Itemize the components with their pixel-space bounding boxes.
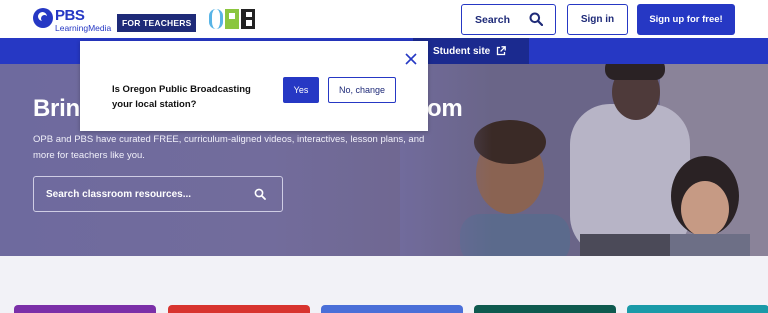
student-site-link[interactable]: Student site xyxy=(413,38,529,64)
external-link-icon xyxy=(497,46,507,56)
search-label: Search xyxy=(475,13,511,26)
category-card[interactable] xyxy=(321,305,463,313)
station-confirm-popup: Is Oregon Public Broadcasting your local… xyxy=(80,41,428,131)
category-card[interactable] xyxy=(168,305,310,313)
search-icon xyxy=(529,12,543,26)
sign-in-button[interactable]: Sign in xyxy=(567,4,628,35)
site-header: PBS LearningMedia FOR TEACHERS Search Si… xyxy=(0,0,768,38)
hero-description: OPB and PBS have curated FREE, curriculu… xyxy=(33,134,425,161)
no-change-button[interactable]: No, change xyxy=(328,77,396,103)
for-teachers-badge: FOR TEACHERS xyxy=(117,14,197,32)
hero-title-start: Brin xyxy=(33,95,80,122)
category-card[interactable] xyxy=(474,305,616,313)
category-card[interactable] xyxy=(14,305,156,313)
opb-p-icon xyxy=(225,9,239,29)
opb-b-icon xyxy=(241,9,255,29)
yes-button[interactable]: Yes xyxy=(283,77,319,103)
logo-word: PBS xyxy=(55,7,85,24)
teacher-students-photo xyxy=(400,64,768,256)
header-search-button[interactable]: Search xyxy=(461,4,556,35)
opb-station-logo[interactable] xyxy=(209,9,257,29)
sign-up-button[interactable]: Sign up for free! xyxy=(637,4,735,35)
logo-subtitle: LearningMedia xyxy=(55,23,112,33)
search-icon[interactable] xyxy=(254,188,266,200)
search-placeholder: Search classroom resources... xyxy=(46,188,192,200)
category-card[interactable] xyxy=(627,305,768,313)
classroom-search-input[interactable]: Search classroom resources... xyxy=(33,176,283,212)
student-site-label: Student site xyxy=(433,45,491,57)
hero-title-end: om xyxy=(427,95,463,122)
close-icon[interactable] xyxy=(405,53,417,65)
pbs-head-icon xyxy=(33,8,53,28)
opb-o-icon xyxy=(209,9,223,29)
station-question: Is Oregon Public Broadcasting your local… xyxy=(112,84,251,110)
pbs-learningmedia-logo[interactable]: PBS LearningMedia xyxy=(33,8,113,32)
